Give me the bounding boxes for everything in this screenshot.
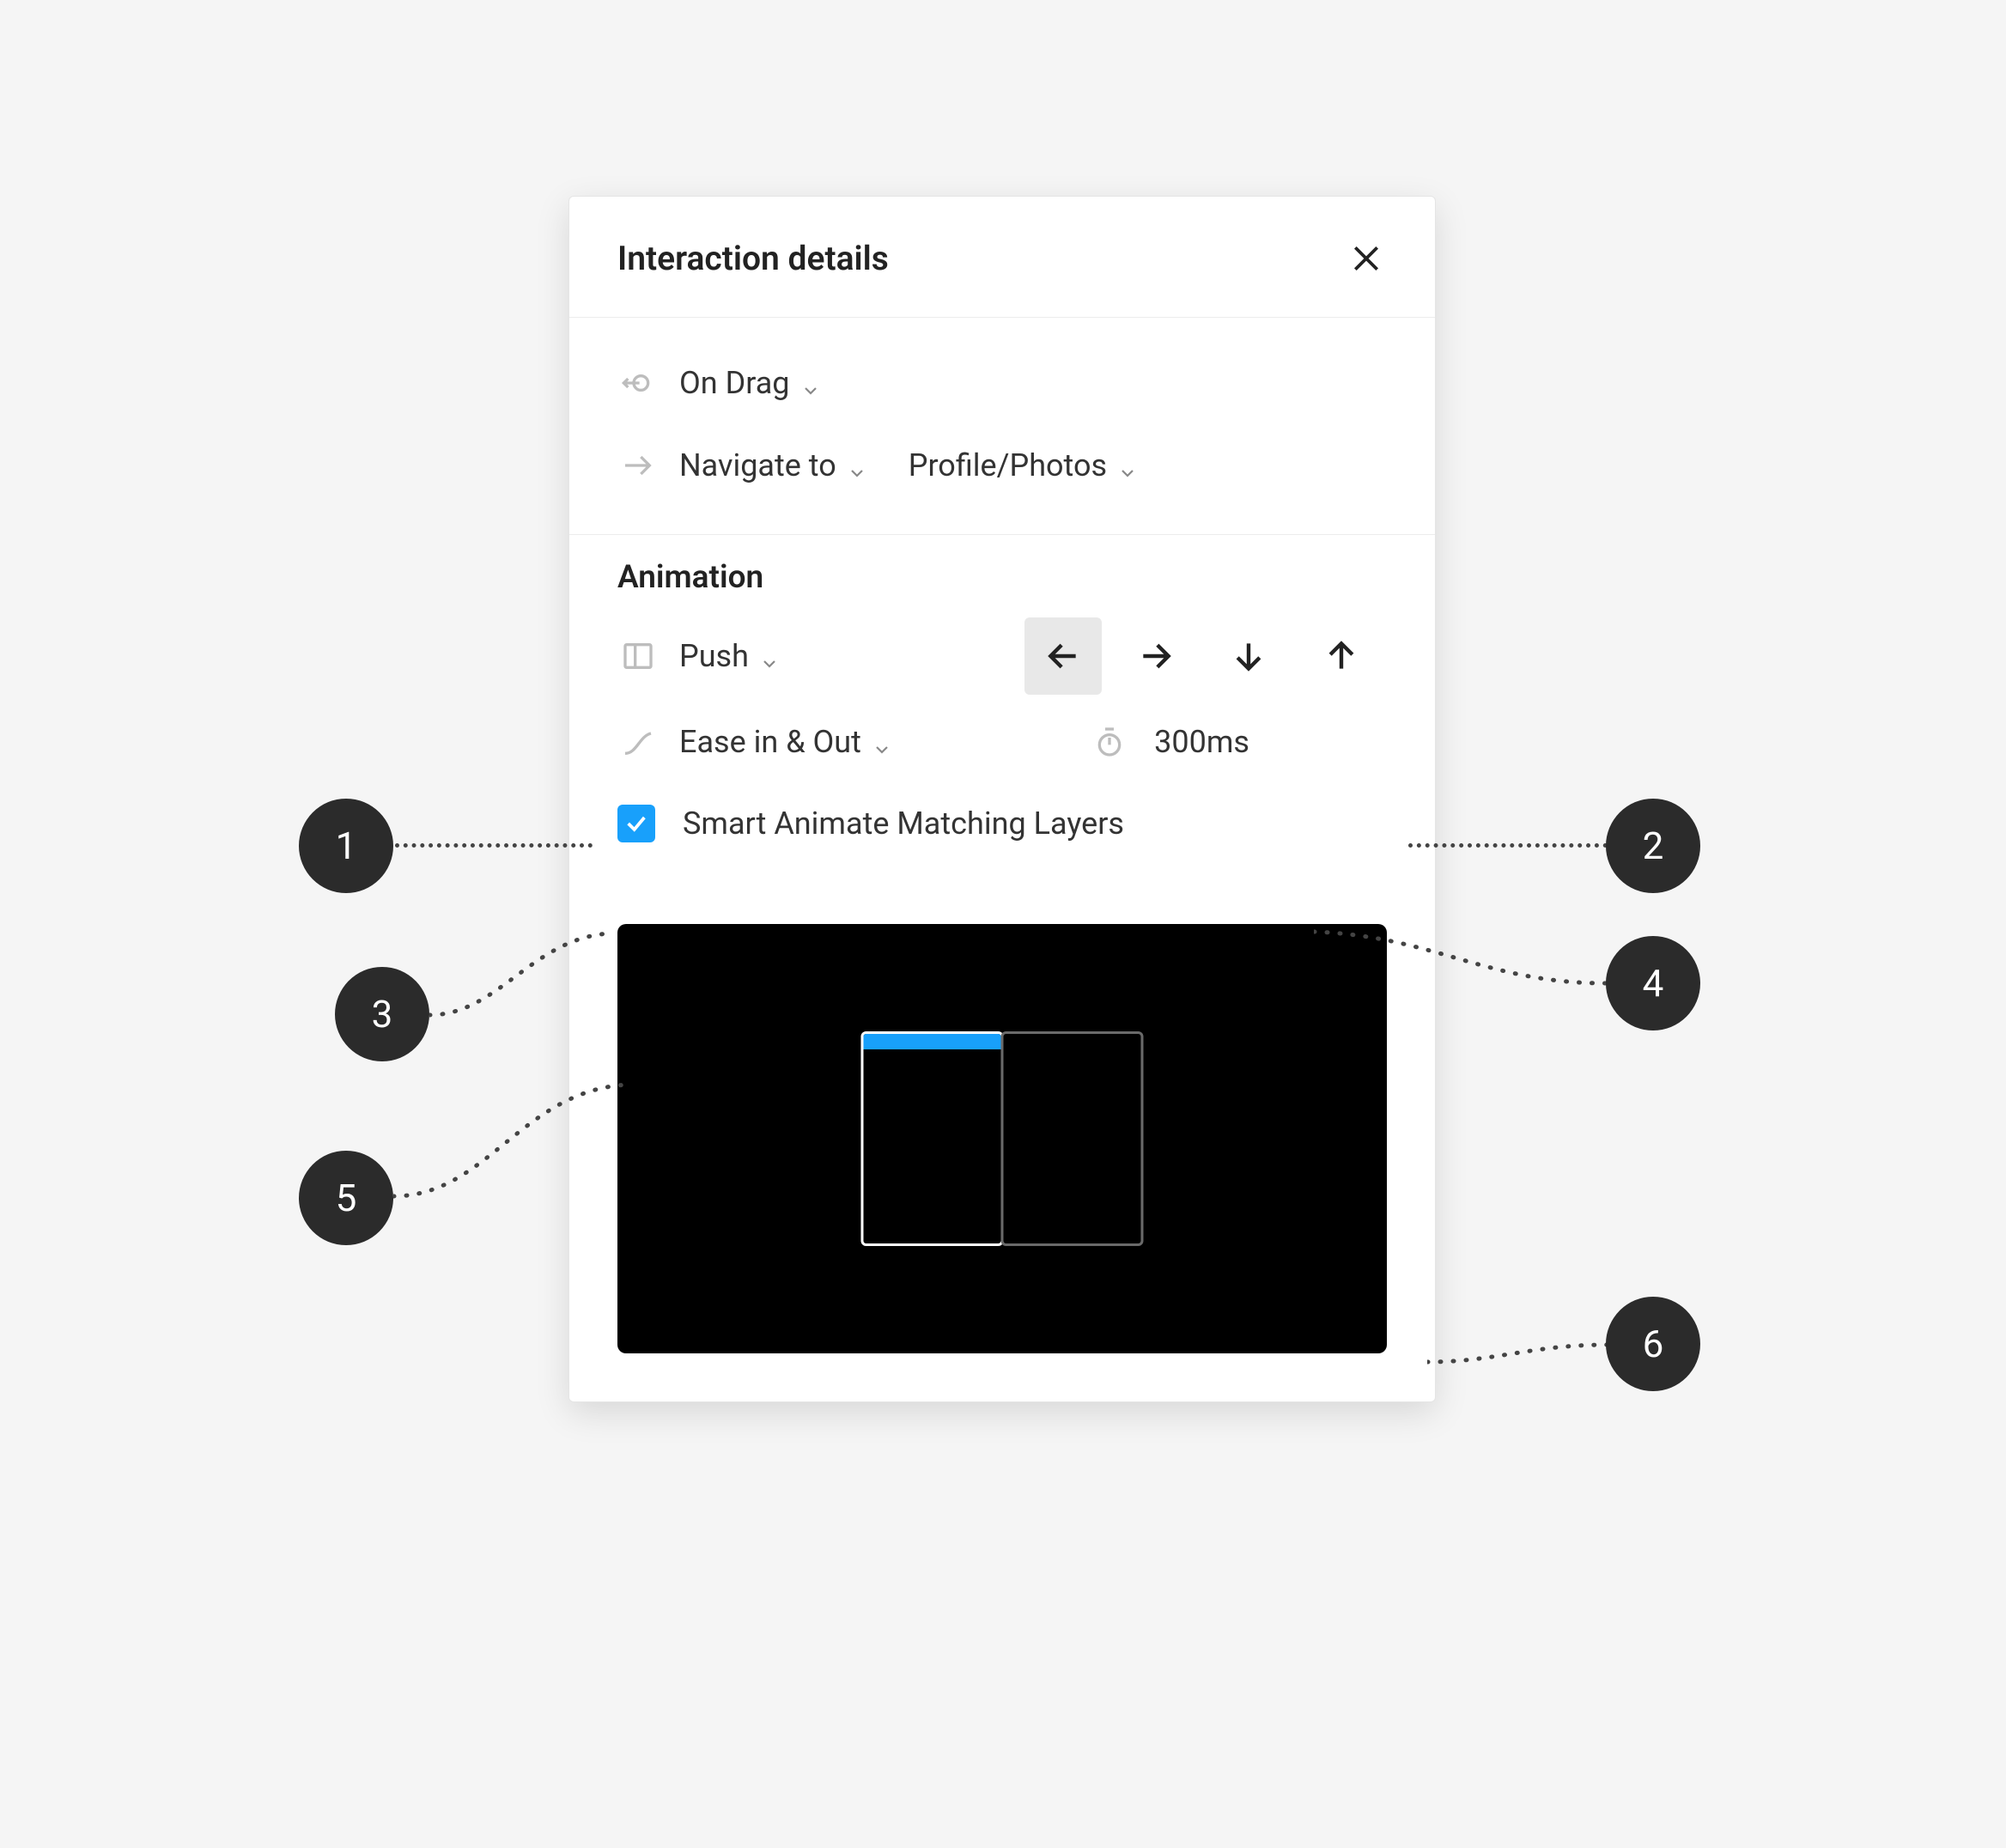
callout-badge-6: 6: [1606, 1297, 1700, 1391]
smart-animate-row: Smart Animate Matching Layers: [617, 785, 1387, 862]
animation-type-dropdown[interactable]: Push: [679, 638, 780, 674]
chevron-down-icon: [847, 455, 867, 476]
action-dropdown[interactable]: Navigate to: [679, 447, 867, 483]
navigate-icon: [617, 448, 659, 483]
animation-type-label: Push: [679, 638, 749, 674]
callout-line-2: [1408, 843, 1608, 848]
smart-animate-checkbox[interactable]: [617, 805, 655, 842]
chevron-down-icon: [800, 373, 821, 393]
callout-badge-4: 4: [1606, 936, 1700, 1030]
arrow-left-icon: [1044, 637, 1082, 675]
preview-frames: [861, 1031, 1144, 1246]
chevron-down-icon: [759, 646, 780, 666]
chevron-down-icon: [1117, 455, 1138, 476]
duration-group: 300ms: [1089, 724, 1387, 760]
trigger-row: On Drag: [617, 342, 1387, 424]
preview-frame-primary: [861, 1031, 1004, 1246]
direction-left-button[interactable]: [1024, 617, 1102, 695]
callout-badge-3: 3: [335, 967, 429, 1061]
callout-line-5: [393, 1080, 634, 1218]
panel-title: Interaction details: [617, 239, 889, 278]
easing-label: Ease in & Out: [679, 724, 861, 760]
target-dropdown[interactable]: Profile/Photos: [909, 447, 1138, 483]
trigger-label: On Drag: [679, 365, 790, 401]
direction-right-button[interactable]: [1117, 617, 1194, 695]
callout-badge-1: 1: [299, 799, 393, 893]
duration-value[interactable]: 300ms: [1154, 724, 1249, 760]
action-label: Navigate to: [679, 447, 836, 483]
easing-dropdown[interactable]: Ease in & Out: [679, 724, 892, 760]
easing-curve-icon: [617, 725, 659, 759]
easing-duration-row: Ease in & Out 300ms: [617, 699, 1387, 785]
target-label: Profile/Photos: [909, 447, 1107, 483]
callout-line-4: [1314, 927, 1614, 1013]
trigger-action-section: On Drag Navigate to Profile/Photos: [569, 318, 1435, 534]
animation-section: Push: [569, 603, 1435, 903]
callout-line-6: [1427, 1336, 1616, 1371]
callout-badge-2: 2: [1606, 799, 1700, 893]
animation-section-title: Animation: [569, 535, 1435, 603]
direction-down-button[interactable]: [1210, 617, 1287, 695]
callout-line-1: [395, 843, 593, 848]
direction-buttons: [1024, 617, 1380, 695]
trigger-dropdown[interactable]: On Drag: [679, 365, 821, 401]
close-button[interactable]: [1346, 238, 1387, 279]
arrow-up-icon: [1322, 637, 1360, 675]
direction-up-button[interactable]: [1303, 617, 1380, 695]
panel-header: Interaction details: [569, 197, 1435, 317]
preview-status-bar: [864, 1034, 1001, 1049]
push-icon: [617, 639, 659, 673]
chevron-down-icon: [872, 732, 892, 752]
interaction-details-panel: Interaction details On Drag Navigate to: [568, 196, 1436, 1402]
close-icon: [1350, 242, 1383, 275]
action-row: Navigate to Profile/Photos: [617, 424, 1387, 507]
drag-icon: [617, 366, 659, 400]
arrow-right-icon: [1137, 637, 1175, 675]
arrow-down-icon: [1230, 637, 1267, 675]
check-icon: [624, 812, 648, 836]
smart-animate-label: Smart Animate Matching Layers: [683, 805, 1124, 842]
preview-frame-secondary: [1001, 1031, 1144, 1246]
callout-badge-5: 5: [299, 1151, 393, 1245]
animation-type-row: Push: [617, 613, 1387, 699]
callout-line-3: [429, 929, 618, 1032]
stopwatch-icon: [1089, 725, 1130, 759]
animation-preview[interactable]: [617, 924, 1387, 1353]
